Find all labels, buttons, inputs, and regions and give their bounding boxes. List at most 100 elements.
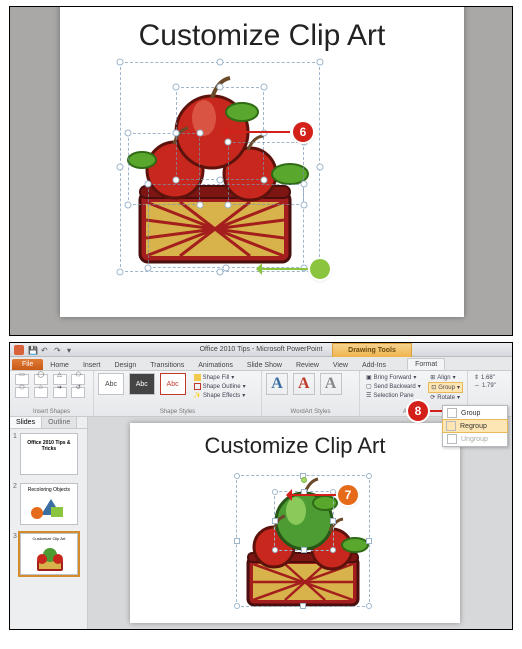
group-label-insert-shapes: Insert Shapes: [10, 409, 93, 415]
thumb-number: 2: [13, 483, 17, 490]
callout-7-label: 7: [345, 488, 352, 502]
tab-transitions[interactable]: Transitions: [143, 360, 191, 370]
ribbon-group-shape-styles: Abc Abc Abc Shape Fill ▾ Shape Outline ▾…: [94, 371, 262, 416]
ribbon-group-wordart-styles: A A A WordArt Styles: [262, 371, 360, 416]
callout-6-arrow: [228, 131, 290, 133]
callout-8: 8: [408, 401, 428, 421]
figure-panel-2: Office 2010 Tips - Microsoft PowerPoint …: [9, 342, 513, 630]
slide-thumb-1[interactable]: Office 2010 Tips & Tricks: [20, 433, 78, 475]
height-input[interactable]: ⇕ 1.68": [472, 373, 507, 382]
rotate-button[interactable]: ⟳ Rotate ▾: [428, 393, 463, 402]
wordart-preset[interactable]: A: [266, 373, 288, 395]
shape-fill-button[interactable]: Shape Fill ▾: [192, 373, 248, 382]
outline-swatch-icon: [194, 383, 201, 390]
current-slide: Customize Clip Art: [130, 423, 460, 623]
thumb-row[interactable]: 1 Office 2010 Tips & Tricks: [10, 429, 87, 479]
tab-file[interactable]: File: [12, 359, 43, 370]
effects-icon: ✨: [194, 392, 201, 399]
wordart-preset[interactable]: A: [293, 373, 315, 395]
powerpoint-window: Office 2010 Tips - Microsoft PowerPoint …: [10, 343, 512, 629]
group-icon: [447, 408, 457, 418]
apple-basket-svg: [120, 62, 320, 272]
shape-gallery-item[interactable]: △: [53, 374, 67, 385]
shape-gallery-item[interactable]: ☆: [34, 387, 48, 398]
regroup-icon: [446, 421, 456, 431]
tab-review[interactable]: Review: [289, 360, 326, 370]
callout-8-label: 8: [415, 404, 422, 418]
figure-panel-1: Customize Clip Art: [9, 6, 513, 336]
tab-view[interactable]: View: [326, 360, 355, 370]
shape-gallery-item[interactable]: ➔: [53, 387, 67, 398]
shape-gallery-item[interactable]: ↺: [71, 387, 85, 398]
thumb-number: 3: [13, 533, 17, 540]
contextual-tab-label: Drawing Tools: [348, 347, 396, 354]
shape-gallery-item[interactable]: ⬡: [15, 387, 29, 398]
group-label-shape-styles: Shape Styles: [94, 409, 261, 415]
slide-thumbnail-pane: Slides Outline 1 Office 2010 Tips & Tric…: [10, 417, 88, 629]
shape-gallery-item[interactable]: ◯: [34, 374, 48, 385]
shape-outline-button[interactable]: Shape Outline ▾: [192, 382, 248, 391]
clipart-apple-basket[interactable]: [120, 62, 320, 272]
thumb-number: 1: [13, 433, 17, 440]
editor-canvas: Customize Clip Art: [88, 417, 512, 629]
qat-more-icon[interactable]: ▾: [67, 346, 76, 355]
slide-title: Customize Clip Art: [130, 433, 460, 459]
ribbon-tabs: File Home Insert Design Transitions Anim…: [10, 357, 512, 371]
menu-item-regroup[interactable]: Regroup: [442, 419, 508, 433]
contextual-tab-drawing-tools: Drawing Tools: [332, 343, 412, 357]
group-dropdown-menu: Group Regroup Ungroup: [442, 405, 508, 447]
callout-7-arrow: [292, 494, 336, 496]
selection-pane-button[interactable]: ☰ Selection Pane: [364, 391, 428, 400]
align-button[interactable]: ⊞ Align ▾: [428, 373, 463, 382]
slide-title: Customize Clip Art: [60, 19, 464, 53]
shape-effects-button[interactable]: ✨Shape Effects ▾: [192, 391, 248, 400]
callout-green-arrow: [262, 268, 308, 270]
width-input[interactable]: ⇔ 1.79": [472, 382, 507, 390]
send-backward-button[interactable]: ▢ Send Backward ▾: [364, 382, 428, 391]
slide-thumb-2[interactable]: Recoloring Objects: [20, 483, 78, 525]
tab-format[interactable]: Format: [407, 358, 445, 370]
thumb3-art: [21, 541, 79, 573]
thumb-row[interactable]: 2 Recoloring Objects: [10, 479, 87, 529]
shape-style-preset[interactable]: Abc: [98, 373, 124, 395]
callout-7: 7: [338, 485, 358, 505]
tab-animations[interactable]: Animations: [191, 360, 240, 370]
titlebar: Office 2010 Tips - Microsoft PowerPoint: [10, 343, 512, 357]
tab-outline[interactable]: Outline: [42, 417, 77, 428]
menu-item-ungroup[interactable]: Ungroup: [443, 432, 507, 446]
redo-icon[interactable]: ↷: [54, 346, 63, 355]
callout-6-label: 6: [300, 125, 307, 139]
ungroup-icon: [447, 434, 457, 444]
left-pane-tabs: Slides Outline: [10, 417, 87, 429]
group-label-wordart-styles: WordArt Styles: [262, 409, 359, 415]
shape-style-gallery[interactable]: Abc Abc Abc: [98, 373, 188, 395]
fill-swatch-icon: [194, 374, 201, 381]
slide-thumb-3[interactable]: Customize Clip Art: [20, 533, 78, 575]
slide: Customize Clip Art: [60, 6, 464, 317]
shape-style-preset[interactable]: Abc: [160, 373, 186, 395]
save-icon[interactable]: 💾: [28, 346, 37, 355]
tab-insert[interactable]: Insert: [76, 360, 108, 370]
thumb-title: Office 2010 Tips & Tricks: [21, 440, 77, 452]
tab-slideshow[interactable]: Slide Show: [240, 360, 289, 370]
tab-design[interactable]: Design: [107, 360, 143, 370]
ribbon-group-insert-shapes: ▭ ◯ △ ⬠ ⬡ ☆ ➔ ↺ Insert Shapes: [10, 371, 94, 416]
callout-green-dot: [310, 259, 330, 279]
thumb2-art: [21, 493, 79, 523]
powerpoint-icon: [14, 345, 24, 355]
callout-6: 6: [293, 122, 313, 142]
shape-style-preset[interactable]: Abc: [129, 373, 155, 395]
shape-gallery-item[interactable]: ⬠: [71, 374, 85, 385]
quick-access-toolbar[interactable]: 💾 ↶ ↷ ▾: [14, 343, 76, 357]
menu-item-group[interactable]: Group: [443, 406, 507, 420]
rotate-handle-icon[interactable]: [301, 477, 307, 483]
app-title: Office 2010 Tips - Microsoft PowerPoint: [200, 346, 323, 353]
group-button[interactable]: ⊡ Group ▾: [428, 382, 463, 393]
undo-icon[interactable]: ↶: [41, 346, 50, 355]
shape-gallery-item[interactable]: ▭: [15, 374, 29, 385]
tab-slides[interactable]: Slides: [10, 417, 42, 428]
tab-addins[interactable]: Add-Ins: [355, 360, 393, 370]
bring-forward-button[interactable]: ▣ Bring Forward ▾: [364, 373, 428, 382]
thumb-row[interactable]: 3 Customize Clip Art: [10, 529, 87, 579]
wordart-preset[interactable]: A: [320, 373, 342, 395]
